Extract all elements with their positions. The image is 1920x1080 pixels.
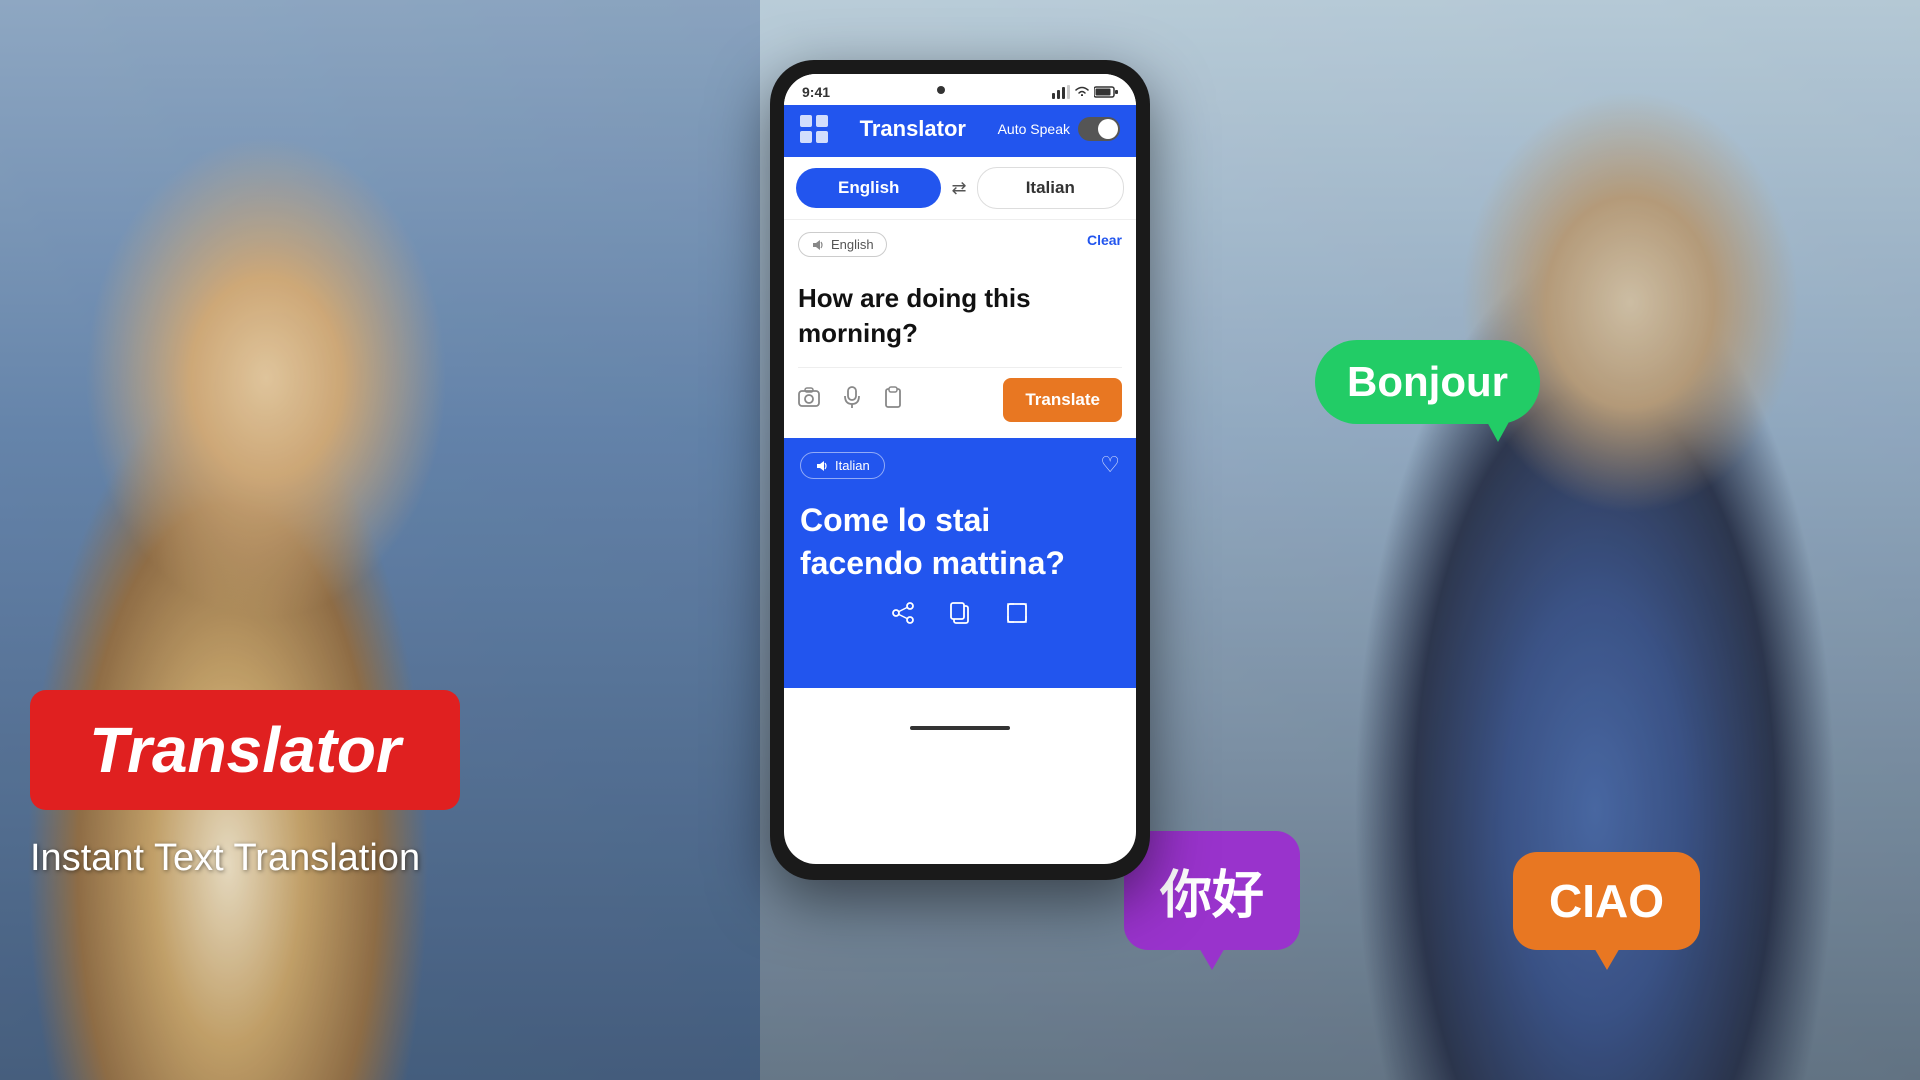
woman-photo-overlay [0, 0, 760, 1080]
clipboard-action-icon[interactable] [884, 386, 902, 414]
clear-button[interactable]: Clear [1087, 232, 1122, 248]
bubble-nihao: 你好 [1124, 831, 1300, 950]
status-camera-icon [933, 82, 949, 101]
translate-button[interactable]: Translate [1003, 378, 1122, 422]
source-language-button[interactable]: English [796, 168, 941, 208]
expand-icon[interactable] [1006, 602, 1028, 630]
input-actions: Translate [798, 367, 1122, 426]
result-panel: Italian ♡ Come lo stai facendo mattina? [784, 438, 1136, 688]
copy-icon[interactable] [950, 602, 970, 630]
battery-icon [1094, 86, 1118, 98]
input-language-badge: English [798, 232, 887, 257]
auto-speak-toggle[interactable] [1078, 117, 1120, 141]
phone-screen: 9:41 [784, 74, 1136, 864]
app-header: Translator Auto Speak [784, 105, 1136, 157]
auto-speak-label: Auto Speak [998, 121, 1070, 137]
input-panel: English Clear How are doing this morning… [784, 220, 1136, 438]
result-text: Come lo stai facendo mattina? [800, 499, 1120, 585]
action-icons [798, 386, 902, 414]
toggle-knob [1098, 119, 1118, 139]
background-left [0, 0, 760, 1080]
app-title: Translator [860, 116, 966, 142]
signal-icon [1052, 85, 1070, 99]
wifi-icon [1074, 86, 1090, 98]
target-language-button[interactable]: Italian [977, 167, 1124, 209]
favorite-icon[interactable]: ♡ [1100, 452, 1120, 478]
grid-icon[interactable] [800, 115, 828, 143]
status-time: 9:41 [802, 84, 830, 100]
home-indicator [910, 726, 1010, 730]
phone-device: 9:41 [770, 60, 1150, 880]
translator-badge: Translator [30, 690, 460, 810]
phone-bottom [784, 688, 1136, 768]
result-language-badge: Italian [800, 452, 885, 479]
bubble-bonjour: Bonjour [1315, 340, 1540, 424]
translator-badge-text: Translator [89, 713, 401, 787]
speaker-icon [811, 238, 825, 252]
share-icon[interactable] [892, 602, 914, 630]
camera-action-icon[interactable] [798, 387, 820, 413]
phone-outer: 9:41 [770, 60, 1150, 880]
status-bar: 9:41 [784, 74, 1136, 105]
app-subtitle: Instant Text Translation [30, 837, 420, 880]
mic-action-icon[interactable] [844, 386, 860, 414]
bubble-ciao: CIAO [1513, 852, 1700, 950]
input-text[interactable]: How are doing this morning? [798, 275, 1122, 357]
result-actions [800, 586, 1120, 634]
result-speaker-icon [815, 459, 829, 473]
language-selector: English ⇄ Italian [784, 157, 1136, 220]
status-icons [1052, 85, 1118, 99]
auto-speak-row: Auto Speak [998, 117, 1120, 141]
swap-languages-icon[interactable]: ⇄ [951, 178, 966, 199]
